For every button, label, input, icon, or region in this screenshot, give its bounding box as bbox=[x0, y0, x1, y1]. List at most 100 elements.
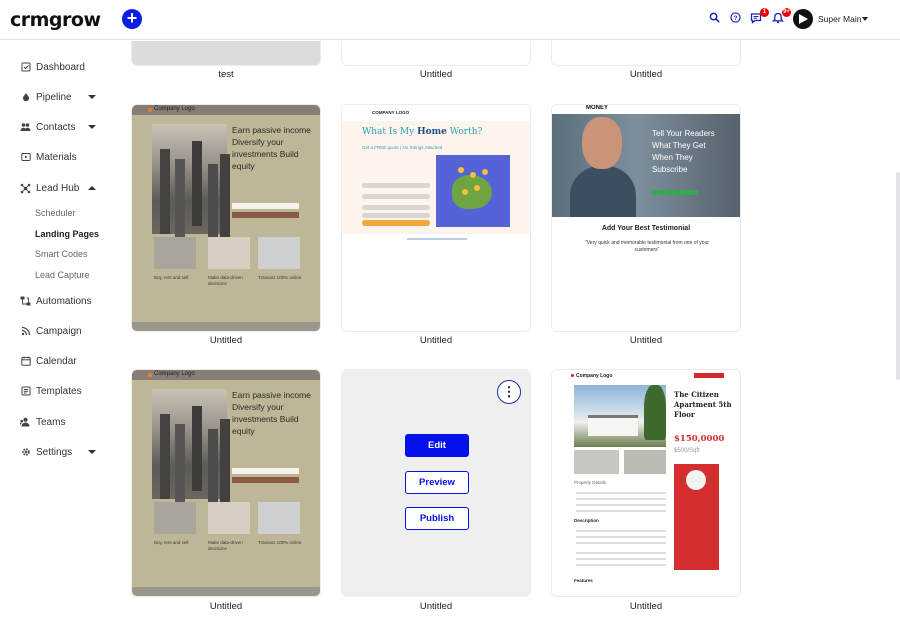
sidebar-item-label: Settings bbox=[36, 446, 73, 458]
thumbnail-section-title: Property Details bbox=[574, 480, 607, 485]
thumbnail-caption: Transact 100% online bbox=[258, 540, 302, 545]
sidebar-item-label: Teams bbox=[36, 416, 66, 428]
svg-text:?: ? bbox=[733, 15, 737, 22]
thumbnail-caption: Make data-driven decisions bbox=[208, 275, 243, 286]
sidebar-subitem-smart-codes[interactable]: Smart Codes bbox=[35, 249, 88, 259]
chevron-down-icon[interactable] bbox=[88, 95, 96, 99]
sidebar-item-label: Contacts bbox=[36, 121, 76, 133]
thumbnail-caption: Buy, rent and sell bbox=[154, 540, 189, 545]
landing-page-title[interactable]: Untitled bbox=[551, 335, 741, 346]
landing-page-card[interactable]: COMPANY LOGO What Is My Home Worth? Get … bbox=[341, 104, 531, 332]
people-icon bbox=[20, 122, 31, 133]
profile-avatar[interactable] bbox=[793, 9, 813, 29]
sidebar-item-materials[interactable]: Materials bbox=[20, 150, 77, 164]
hero-image: Tell Your Readers What They Get When The… bbox=[552, 114, 740, 217]
page-thumbnail: Company Logo Earn passive income Diversi… bbox=[132, 370, 320, 596]
calendar-icon bbox=[20, 356, 31, 367]
flow-icon bbox=[20, 296, 31, 307]
publish-button[interactable]: Publish bbox=[405, 507, 469, 530]
chevron-down-icon[interactable] bbox=[88, 125, 96, 129]
landing-page-title[interactable]: Untitled bbox=[551, 601, 741, 612]
thumbnail-section-title: Features bbox=[574, 578, 593, 583]
scrollbar-thumb[interactable] bbox=[896, 172, 900, 380]
landing-page-card[interactable]: MONEY Tell Your Readers What They Get Wh… bbox=[551, 104, 741, 332]
landing-page-title[interactable]: test bbox=[131, 69, 321, 80]
thumbnail-logo-text: Company Logo bbox=[154, 371, 195, 377]
sidebar-item-campaign[interactable]: Campaign bbox=[20, 324, 82, 338]
gear-icon bbox=[20, 447, 31, 458]
rss-icon bbox=[20, 326, 31, 337]
hub-icon bbox=[20, 183, 31, 194]
sidebar-item-label: Lead Hub bbox=[36, 182, 80, 194]
help-icon[interactable]: ? bbox=[728, 12, 742, 26]
landing-page-title[interactable]: Untitled bbox=[131, 335, 321, 346]
landing-page-card[interactable]: Company Logo Earn passive income Diversi… bbox=[131, 104, 321, 332]
preview-button[interactable]: Preview bbox=[405, 471, 469, 494]
user-name[interactable]: Super Main bbox=[818, 14, 861, 24]
landing-page-title[interactable]: Untitled bbox=[341, 335, 531, 346]
sidebar-subitem-scheduler[interactable]: Scheduler bbox=[35, 208, 76, 218]
thumbnail-headline: What Is My Home Worth? bbox=[362, 127, 483, 137]
sidebar-item-lead-hub[interactable]: Lead Hub bbox=[20, 181, 79, 195]
thumbnail-caption: Buy, rent and sell bbox=[154, 275, 189, 280]
page-thumbnail: Company Logo Earn passive income Diversi… bbox=[132, 105, 320, 331]
app-logo[interactable]: crmgrow bbox=[10, 9, 101, 31]
city-image bbox=[152, 124, 227, 234]
more-options-icon[interactable]: ⋮ bbox=[497, 380, 521, 404]
sidebar-item-settings[interactable]: Settings bbox=[20, 445, 72, 459]
landing-page-title[interactable]: Untitled bbox=[341, 601, 531, 612]
landing-page-card-hovered[interactable]: ⋮ Edit Preview Publish bbox=[341, 369, 531, 597]
thumbnail-logo-text: MONEY bbox=[586, 105, 609, 111]
city-image bbox=[152, 389, 227, 499]
messages-icon[interactable]: 1 bbox=[749, 8, 769, 26]
template-icon bbox=[20, 386, 31, 397]
sidebar-item-contacts[interactable]: Contacts bbox=[20, 120, 75, 134]
landing-page-title[interactable]: Untitled bbox=[551, 69, 741, 80]
chevron-up-icon[interactable] bbox=[88, 186, 96, 190]
sidebar-item-label: Pipeline bbox=[36, 91, 72, 103]
page-thumbnail: Company Logo The Citizen Apartment 5th F… bbox=[552, 370, 740, 596]
checkbox-icon bbox=[20, 62, 31, 73]
thumbnail-headline: Earn passive income Diversify your inves… bbox=[232, 390, 311, 436]
edit-button[interactable]: Edit bbox=[405, 434, 469, 457]
thumbnail-headline: Earn passive income Diversify your inves… bbox=[232, 125, 311, 171]
landing-pages-grid: test Untitled Untitled Company Logo Earn… bbox=[115, 41, 900, 624]
landing-page-card[interactable]: Company Logo Earn passive income Diversi… bbox=[131, 369, 321, 597]
thumbnail-sqft: $500/Sqft bbox=[674, 448, 700, 454]
sidebar-item-automations[interactable]: Automations bbox=[20, 294, 92, 308]
sidebar-item-calendar[interactable]: Calendar bbox=[20, 354, 77, 368]
team-icon bbox=[19, 417, 31, 428]
chevron-down-icon[interactable] bbox=[862, 17, 868, 21]
sidebar-item-label: Automations bbox=[36, 295, 92, 307]
landing-page-card[interactable]: Company Logo The Citizen Apartment 5th F… bbox=[551, 369, 741, 597]
notifications-icon[interactable]: 9+ bbox=[771, 8, 791, 26]
chevron-down-icon[interactable] bbox=[88, 450, 96, 454]
thumbnail-section-title: Description bbox=[574, 518, 599, 523]
messages-badge: 1 bbox=[760, 8, 769, 17]
sidebar-item-label: Dashboard bbox=[36, 61, 85, 73]
sidebar-subitem-lead-capture[interactable]: Lead Capture bbox=[35, 270, 90, 280]
sidebar-item-dashboard[interactable]: Dashboard bbox=[20, 60, 85, 74]
sidebar-item-templates[interactable]: Templates bbox=[20, 384, 82, 398]
notifications-badge: 9+ bbox=[782, 8, 791, 17]
house-image bbox=[574, 385, 666, 447]
card-hover-overlay: ⋮ Edit Preview Publish bbox=[342, 370, 530, 596]
thumbnail-caption: Transact 100% online bbox=[258, 275, 302, 280]
map-image bbox=[436, 155, 510, 227]
video-icon bbox=[20, 152, 31, 163]
sidebar-item-label: Campaign bbox=[36, 325, 82, 337]
sidebar-subitem-landing-pages[interactable]: Landing Pages bbox=[35, 229, 99, 239]
thumbnail-subtitle: Add Your Best Testimonial bbox=[601, 225, 691, 232]
sidebar-item-teams[interactable]: Teams bbox=[19, 415, 66, 429]
search-icon[interactable] bbox=[707, 12, 721, 26]
add-new-button[interactable]: + bbox=[122, 9, 142, 29]
landing-page-title[interactable]: Untitled bbox=[341, 69, 531, 80]
landing-page-card[interactable] bbox=[551, 41, 741, 66]
landing-page-card[interactable] bbox=[131, 41, 321, 66]
landing-page-title[interactable]: Untitled bbox=[131, 601, 321, 612]
flame-icon bbox=[20, 92, 31, 103]
landing-page-card[interactable] bbox=[341, 41, 531, 66]
sidebar-item-label: Materials bbox=[36, 151, 77, 163]
thumbnail-caption: Make data-driven decisions bbox=[208, 540, 243, 551]
sidebar-item-label: Templates bbox=[36, 385, 82, 397]
